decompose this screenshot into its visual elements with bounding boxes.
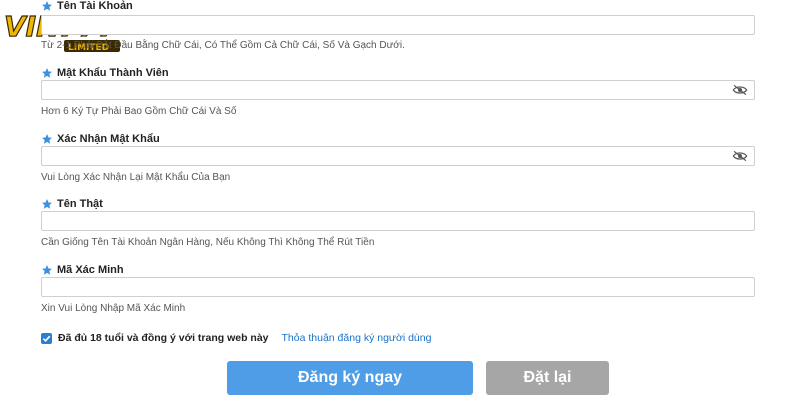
confirm-password-label: Xác Nhận Mật Khẩu	[57, 133, 160, 145]
star-icon	[42, 199, 52, 209]
password-input[interactable]	[41, 80, 755, 100]
password-hint: Hơn 6 Ký Tự Phải Bao Gồm Chữ Cái Và Số	[41, 106, 237, 117]
confirm-password-label-row: Xác Nhận Mật Khẩu	[41, 133, 160, 145]
password-label-row: Mật Khẩu Thành Viên	[41, 67, 169, 79]
confirm-password-input[interactable]	[41, 146, 755, 166]
check-icon	[42, 335, 51, 342]
eye-slash-icon[interactable]	[732, 84, 748, 96]
star-icon	[42, 68, 52, 78]
star-icon	[42, 134, 52, 144]
confirm-password-hint: Vui Lòng Xác Nhận Lại Mật Khẩu Của Bạn	[41, 172, 231, 183]
real-name-input[interactable]	[41, 211, 755, 231]
password-label: Mật Khẩu Thành Viên	[57, 67, 169, 79]
star-icon	[42, 1, 52, 11]
star-icon	[42, 265, 52, 275]
user-agreement-link[interactable]: Thỏa thuận đăng ký người dùng	[282, 332, 432, 344]
real-name-hint: Cần Giống Tên Tài Khoản Ngân Hàng, Nếu K…	[41, 237, 375, 248]
verification-code-label: Mã Xác Minh	[57, 264, 124, 276]
eye-slash-icon[interactable]	[732, 150, 748, 162]
reset-button[interactable]: Đặt lại	[486, 361, 609, 395]
username-label: Tên Tài Khoản	[57, 0, 133, 12]
real-name-label: Tên Thật	[57, 198, 103, 210]
real-name-label-row: Tên Thật	[41, 198, 103, 210]
verification-code-hint: Xin Vui Lòng Nhập Mã Xác Minh	[41, 303, 186, 314]
agreement-checkbox[interactable]	[41, 332, 52, 344]
username-input[interactable]	[41, 15, 755, 35]
username-hint: Từ 2-1 Phải Bắt Đầu Bằng Chữ Cái, Có Thể…	[41, 40, 405, 51]
verification-code-input[interactable]	[41, 277, 755, 297]
agreement-row: Đã đủ 18 tuổi và đồng ý với trang web nà…	[41, 332, 431, 344]
agreement-text: Đã đủ 18 tuổi và đồng ý với trang web nà…	[58, 332, 269, 344]
verification-code-label-row: Mã Xác Minh	[41, 264, 124, 276]
register-now-button[interactable]: Đăng ký ngay	[227, 361, 473, 395]
username-label-row: Tên Tài Khoản	[41, 0, 133, 12]
